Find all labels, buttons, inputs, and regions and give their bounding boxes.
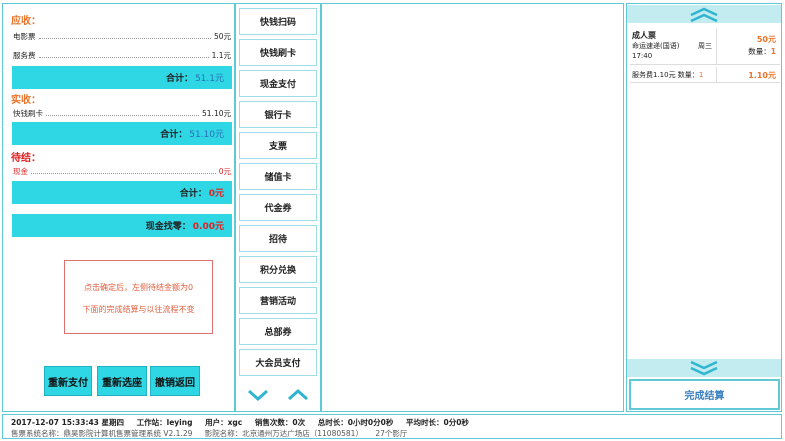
workstation: 工作站：leying [136, 418, 193, 427]
order-scroll-up-button[interactable] [627, 5, 781, 23]
pending-item: 现金 0元 [13, 166, 231, 176]
ticket-qty: 1 [770, 47, 776, 56]
pay-promotion-button[interactable]: 营销活动 [239, 287, 317, 314]
status-line-1: 2017-12-07 15:33:43 星期四 工作站：leying 用户：xg… [11, 417, 773, 428]
avg-duration: 平均时长：0分0秒 [406, 418, 469, 427]
status-line-2: 售票系统名称：鼎昊影院计算机售票管理系统 V2.1.29 影院名称：北京通州万达… [11, 428, 773, 439]
pay-cash-button[interactable]: 现金支付 [239, 70, 317, 97]
received-item: 快钱刷卡 51.10元 [13, 108, 231, 118]
receivable-item: 服务费 1.1元 [13, 50, 231, 60]
settlement-panel: 应收： 电影票 50元 服务费 1.1元 合计： 51.1元 实收： 快钱刷卡 51.1… [2, 3, 235, 412]
service-total: 1.10元 [748, 71, 776, 80]
weekday: 周三 [698, 42, 712, 50]
chevron-down-icon [248, 389, 268, 401]
change-bar: 现金找零： 0.00元 [12, 214, 232, 237]
status-bar: 2017-12-07 15:33:43 星期四 工作站：leying 用户：xg… [2, 414, 782, 439]
total-duration: 总时长：0小时0分0秒 [317, 418, 394, 427]
pay-kuaiqian-scan-button[interactable]: 快钱扫码 [239, 8, 317, 35]
system-name: 售票系统名称：鼎昊影院计算机售票管理系统 V2.1.29 [11, 429, 193, 438]
datetime: 2017-12-07 15:33:43 星期四 [11, 418, 125, 427]
chevron-up-icon [288, 389, 308, 401]
pay-bank-card-button[interactable]: 银行卡 [239, 101, 317, 128]
order-ticket-item[interactable]: 成人票 命运速递(国语) 17:40 周三 50元 数量：1 [630, 28, 780, 65]
receivable-title: 应收： [11, 16, 41, 27]
pending-title: 待结： [11, 153, 41, 164]
hall-count: 27个影厅 [375, 429, 408, 438]
pending-total: 合计： 0元 [12, 181, 232, 204]
received-title: 实收： [11, 95, 41, 106]
ticket-price: 50元 [756, 35, 776, 44]
pay-hq-voucher-button[interactable]: 总部券 [239, 318, 317, 345]
pay-check-button[interactable]: 支票 [239, 132, 317, 159]
cinema-name: 影院名称：北京通州万达广场店（11080581） [204, 429, 363, 438]
pay-voucher-button[interactable]: 代金券 [239, 194, 317, 221]
notice-line: 下面的完成结算与以往流程不变 [82, 305, 195, 314]
sales-count: 销售次数：0次 [254, 418, 306, 427]
movie-name: 命运速递(国语) [632, 42, 680, 50]
receivable-total: 合计： 51.1元 [12, 66, 232, 89]
order-service-item[interactable]: 服务费1.10元 数量：1 1.10元 [630, 67, 780, 83]
scroll-down-button[interactable] [239, 380, 277, 410]
cancel-return-button[interactable]: 撤销返回 [150, 366, 200, 396]
finish-settlement-button[interactable]: 完成结算 [629, 379, 780, 410]
notice-box: 点击确定后，左侧待结金额为0 下面的完成结算与以往流程不变 [64, 260, 213, 334]
reselect-seat-button[interactable]: 重新选座 [97, 366, 147, 396]
order-scroll-down-button[interactable] [627, 359, 781, 377]
pay-kuaiqian-card-button[interactable]: 快钱刷卡 [239, 39, 317, 66]
receivable-item: 电影票 50元 [13, 31, 231, 41]
show-time: 17:40 [632, 52, 653, 60]
notice-line: 点击确定后，左侧待结金额为0 [83, 283, 194, 292]
double-chevron-up-icon [690, 7, 718, 22]
repay-button[interactable]: 重新支付 [44, 366, 92, 396]
pay-vip-member-button[interactable]: 大会员支付 [239, 349, 317, 376]
pay-points-button[interactable]: 积分兑换 [239, 256, 317, 283]
pay-stored-value-button[interactable]: 储值卡 [239, 163, 317, 190]
ticket-type: 成人票 [632, 31, 656, 40]
double-chevron-down-icon [690, 360, 718, 376]
received-total: 合计： 51.10元 [12, 122, 232, 145]
payment-method-panel: 快钱扫码 快钱刷卡 现金支付 银行卡 支票 储值卡 代金券 招待 积分兑换 营销… [235, 3, 321, 412]
order-panel: 成人票 命运速递(国语) 17:40 周三 50元 数量：1 服务费1.10元 … [626, 3, 782, 412]
user: 用户：xgc [205, 418, 243, 427]
pay-hospitality-button[interactable]: 招待 [239, 225, 317, 252]
service-qty: 1 [698, 71, 704, 79]
scroll-up-button[interactable] [279, 380, 317, 410]
content-area [321, 3, 624, 412]
